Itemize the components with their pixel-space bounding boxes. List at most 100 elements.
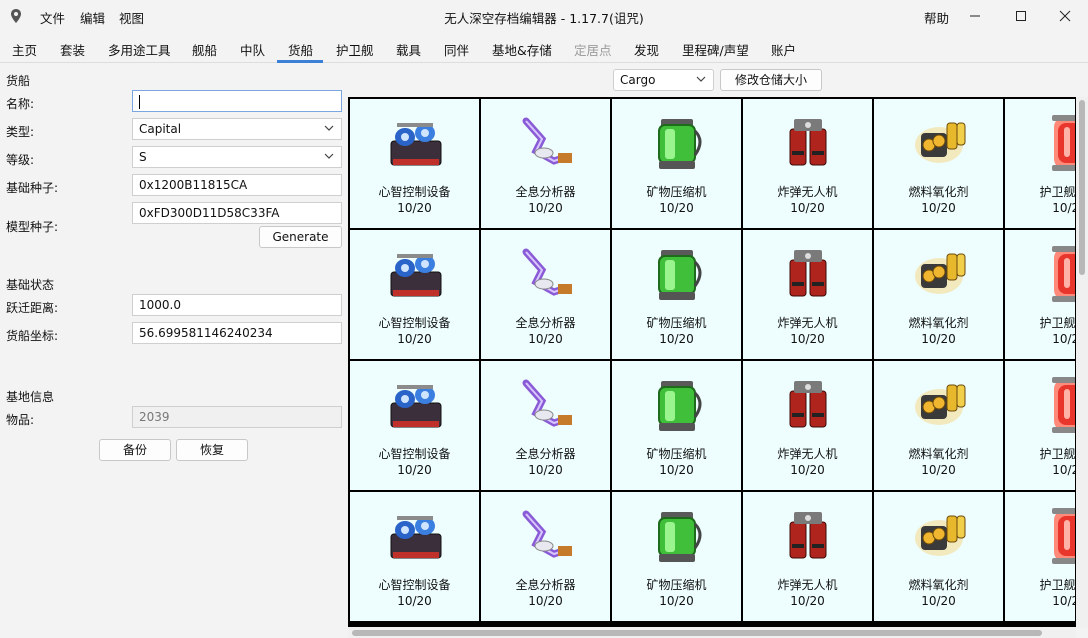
tab-freighter[interactable]: 货船 [288, 40, 313, 59]
item-quantity: 10/20 [1052, 463, 1075, 477]
inventory-slot[interactable]: 矿物压缩机 10/20 [612, 492, 741, 621]
tab-milestones[interactable]: 里程碑/声望 [682, 40, 749, 59]
item-name: 矿物压缩机 [646, 185, 707, 199]
inventory-slot[interactable]: 心智控制设备 10/20 [350, 492, 479, 621]
vertical-scroll-thumb[interactable] [1079, 100, 1085, 275]
inventory-slot[interactable]: 护卫舰燃料 10/20 [1005, 361, 1076, 490]
jump-distance-input[interactable]: 1000.0 [132, 294, 342, 316]
tab-vehicles[interactable]: 载具 [396, 40, 421, 59]
tab-multitool[interactable]: 多用途工具 [108, 40, 171, 59]
tab-companions[interactable]: 同伴 [444, 40, 469, 59]
item-name: 护卫舰燃料 [1039, 447, 1076, 461]
class-select[interactable]: S [132, 146, 342, 168]
item-name: 护卫舰燃料 [1039, 185, 1076, 199]
tab-discovery[interactable]: 发现 [634, 40, 659, 59]
inventory-slot[interactable]: 全息分析器 10/20 [481, 361, 610, 490]
tab-account[interactable]: 账户 [771, 40, 796, 59]
tab-squadron[interactable]: 中队 [240, 40, 265, 59]
inventory-select-value: Cargo [620, 73, 656, 87]
inventory-slot[interactable]: 护卫舰燃料 10/20 [1005, 492, 1075, 621]
jump-distance-value: 1000.0 [139, 298, 181, 312]
items-input: 2039 [132, 406, 342, 428]
item-name: 燃料氧化剂 [908, 447, 969, 461]
inventory-slot[interactable]: 炸弹无人机 10/20 [743, 99, 872, 228]
minimize-icon [970, 15, 980, 17]
item-name: 护卫舰燃料 [1039, 316, 1076, 330]
generate-button[interactable]: Generate [259, 226, 342, 248]
model-seed-input[interactable]: 0xFD300D11D58C33FA [132, 202, 342, 224]
item-name: 燃料氧化剂 [908, 316, 969, 330]
inventory-slot[interactable]: 炸弹无人机 10/20 [743, 361, 872, 490]
holo-analyzer-icon [522, 379, 572, 427]
inventory-slot[interactable]: 燃料氧化剂 10/20 [874, 99, 1003, 228]
mineral-compressor-icon [658, 512, 702, 562]
inventory-slot[interactable]: 燃料氧化剂 10/20 [874, 361, 1003, 490]
inventory-slot[interactable]: 矿物压缩机 10/20 [612, 99, 741, 228]
section-base-info: 基地信息 [6, 390, 55, 404]
bomb-drone-icon [789, 381, 827, 428]
inventory-slot[interactable]: 护卫舰燃料 10/20 [1005, 230, 1076, 359]
resize-storage-button[interactable]: 修改仓储大小 [720, 69, 822, 91]
inventory-slot[interactable]: 燃料氧化剂 10/20 [874, 230, 1003, 359]
name-input[interactable] [132, 90, 342, 112]
inventory-slot[interactable]: 心智控制设备 10/20 [350, 99, 479, 228]
mind-control-device-icon [390, 385, 442, 428]
inventory-slot[interactable]: 矿物压缩机 10/20 [612, 230, 741, 359]
freighter-coord-input[interactable]: 56.699581146240234 [132, 322, 342, 344]
restore-button[interactable]: 恢复 [176, 439, 248, 461]
maximize-button[interactable] [998, 0, 1044, 32]
inventory-slot[interactable]: 炸弹无人机 10/20 [743, 230, 872, 359]
item-name: 炸弹无人机 [777, 316, 838, 330]
type-value: Capital [139, 122, 182, 136]
item-name: 全息分析器 [515, 578, 576, 592]
items-value: 2039 [139, 410, 170, 424]
minimize-button[interactable] [952, 0, 998, 32]
backup-button[interactable]: 备份 [99, 439, 171, 461]
active-tab-indicator [277, 60, 323, 63]
tab-frigates[interactable]: 护卫舰 [336, 40, 374, 59]
item-quantity: 10/20 [790, 332, 825, 346]
inventory-slot[interactable]: 矿物压缩机 10/20 [612, 361, 741, 490]
item-name: 矿物压缩机 [646, 447, 707, 461]
inventory-slot[interactable]: 全息分析器 10/20 [481, 99, 610, 228]
inventory-slot[interactable]: 燃料氧化剂 10/20 [874, 492, 1003, 621]
inventory-slot[interactable]: 全息分析器 10/20 [481, 230, 610, 359]
fuel-oxidizer-icon [915, 122, 966, 163]
inventory-slot[interactable]: 心智控制设备 10/20 [350, 230, 479, 359]
item-name: 心智控制设备 [378, 447, 451, 461]
items-label: 物品: [6, 413, 35, 427]
inventory-slot[interactable]: 炸弹无人机 10/20 [743, 492, 872, 621]
chevron-down-icon [324, 153, 334, 159]
tab-bases-storage[interactable]: 基地&存储 [492, 40, 552, 59]
type-select[interactable]: Capital [132, 118, 342, 140]
close-button[interactable] [1042, 0, 1088, 32]
inventory-select[interactable]: Cargo [613, 69, 714, 91]
item-name: 炸弹无人机 [777, 578, 838, 592]
section-freighter: 货船 [6, 74, 31, 88]
item-quantity: 10/20 [397, 463, 432, 477]
tab-home[interactable]: 主页 [12, 40, 37, 59]
item-quantity: 10/20 [659, 463, 694, 477]
mind-control-device-icon [390, 123, 442, 166]
class-value: S [139, 150, 147, 164]
inventory-grid: 心智控制设备 10/20 全息分析器 10/20 矿物压缩机 10/20 炸弹无人机 10/2… [348, 97, 1076, 628]
base-seed-input[interactable]: 0x1200B11815CA [132, 174, 342, 196]
frigate-fuel-icon [1052, 377, 1075, 433]
item-quantity: 10/20 [397, 332, 432, 346]
holo-analyzer-icon [522, 510, 572, 558]
inventory-slot[interactable]: 心智控制设备 10/20 [350, 361, 479, 490]
item-name: 心智控制设备 [378, 316, 451, 330]
menu-help[interactable]: 帮助 [924, 8, 949, 27]
item-quantity: 10/20 [397, 201, 432, 215]
inventory-slot[interactable]: 全息分析器 10/20 [481, 492, 610, 621]
item-quantity: 10/20 [397, 594, 432, 608]
item-quantity: 10/20 [790, 594, 825, 608]
base-seed-value: 0x1200B11815CA [139, 178, 248, 192]
tab-exosuit[interactable]: 套装 [60, 40, 85, 59]
horizontal-scroll-thumb[interactable] [352, 630, 1042, 636]
mineral-compressor-icon [658, 250, 702, 300]
tab-starship[interactable]: 舰船 [192, 40, 217, 59]
item-name: 全息分析器 [515, 185, 576, 199]
item-name: 炸弹无人机 [777, 185, 838, 199]
inventory-slot[interactable]: 护卫舰燃料 10/20 [1005, 99, 1076, 228]
